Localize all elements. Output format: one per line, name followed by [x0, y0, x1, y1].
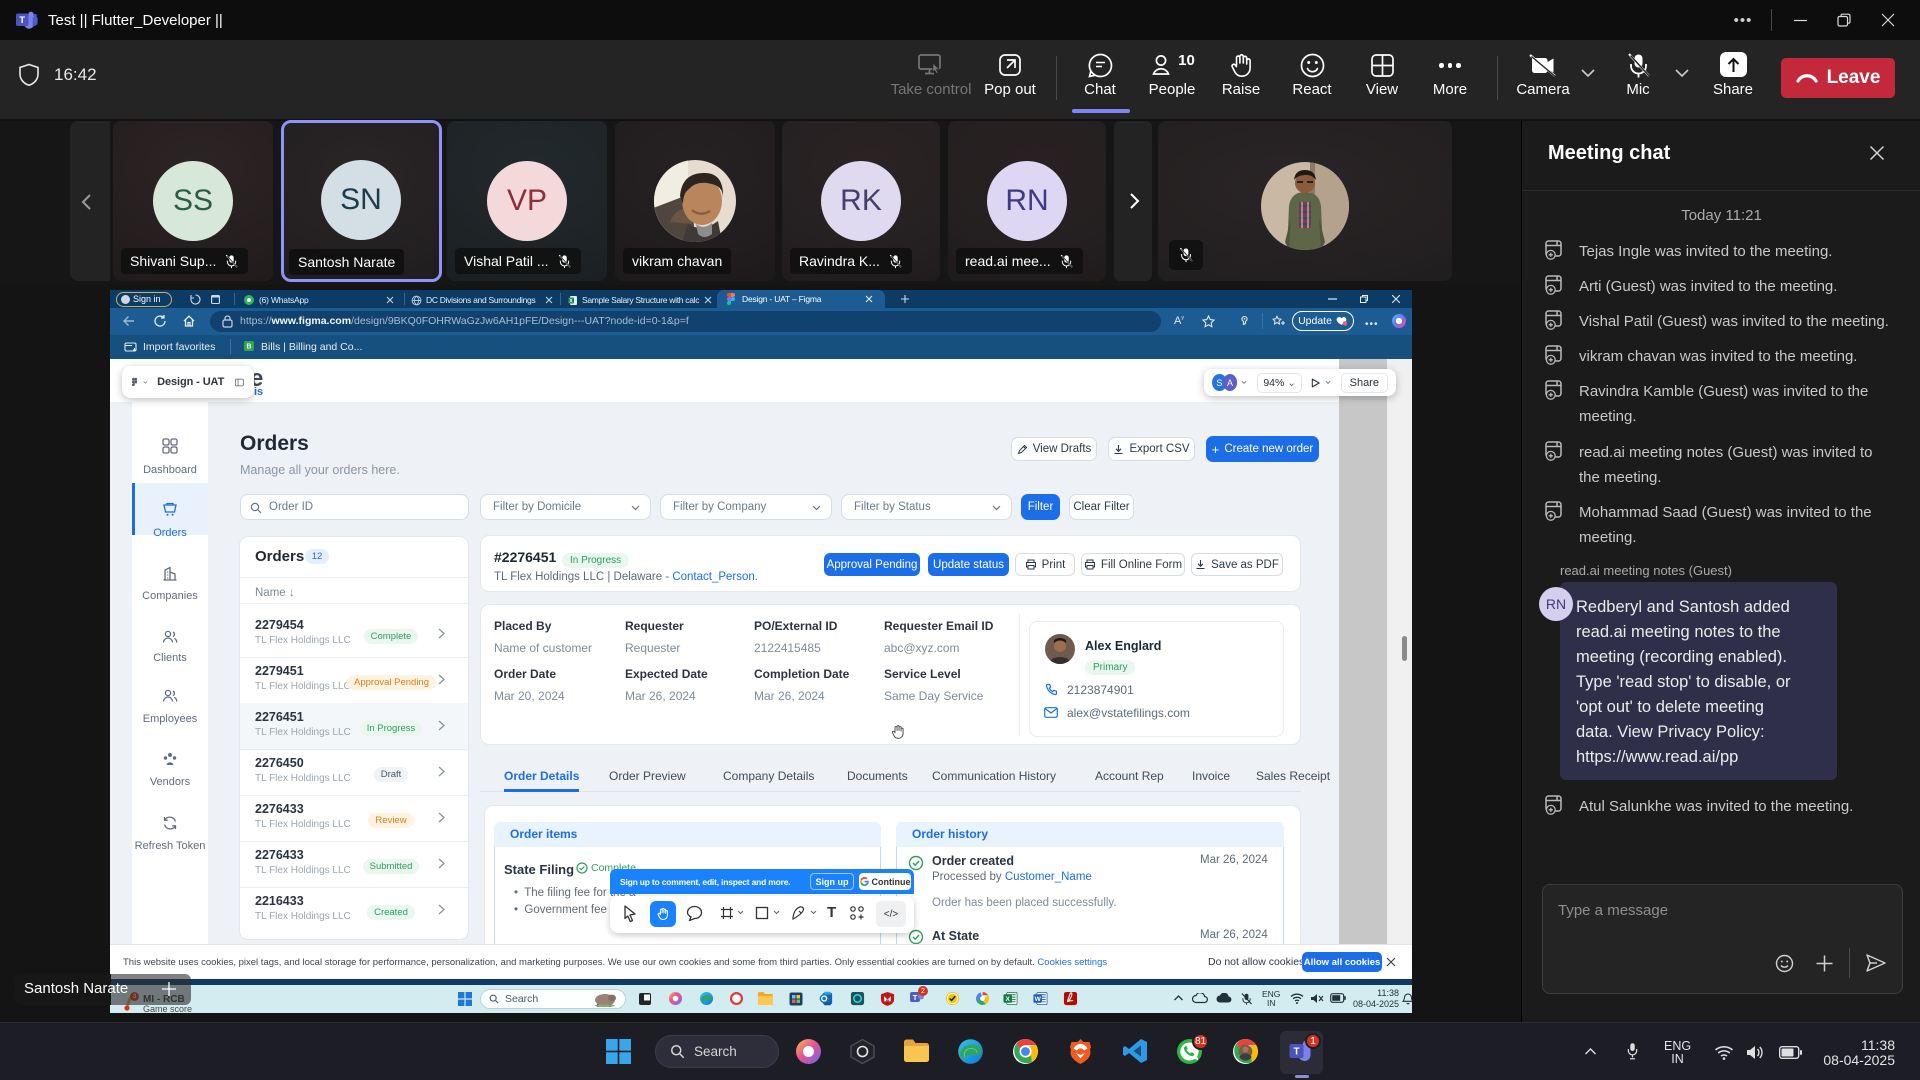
svg-text:T: T [19, 15, 25, 26]
svg-text:W: W [1035, 996, 1042, 1003]
svg-text:T: T [1293, 1047, 1299, 1058]
svg-text:X: X [1006, 996, 1011, 1003]
svg-text:X: X [569, 298, 573, 304]
svg-text:B: B [246, 344, 251, 351]
svg-text:T: T [913, 993, 918, 1002]
